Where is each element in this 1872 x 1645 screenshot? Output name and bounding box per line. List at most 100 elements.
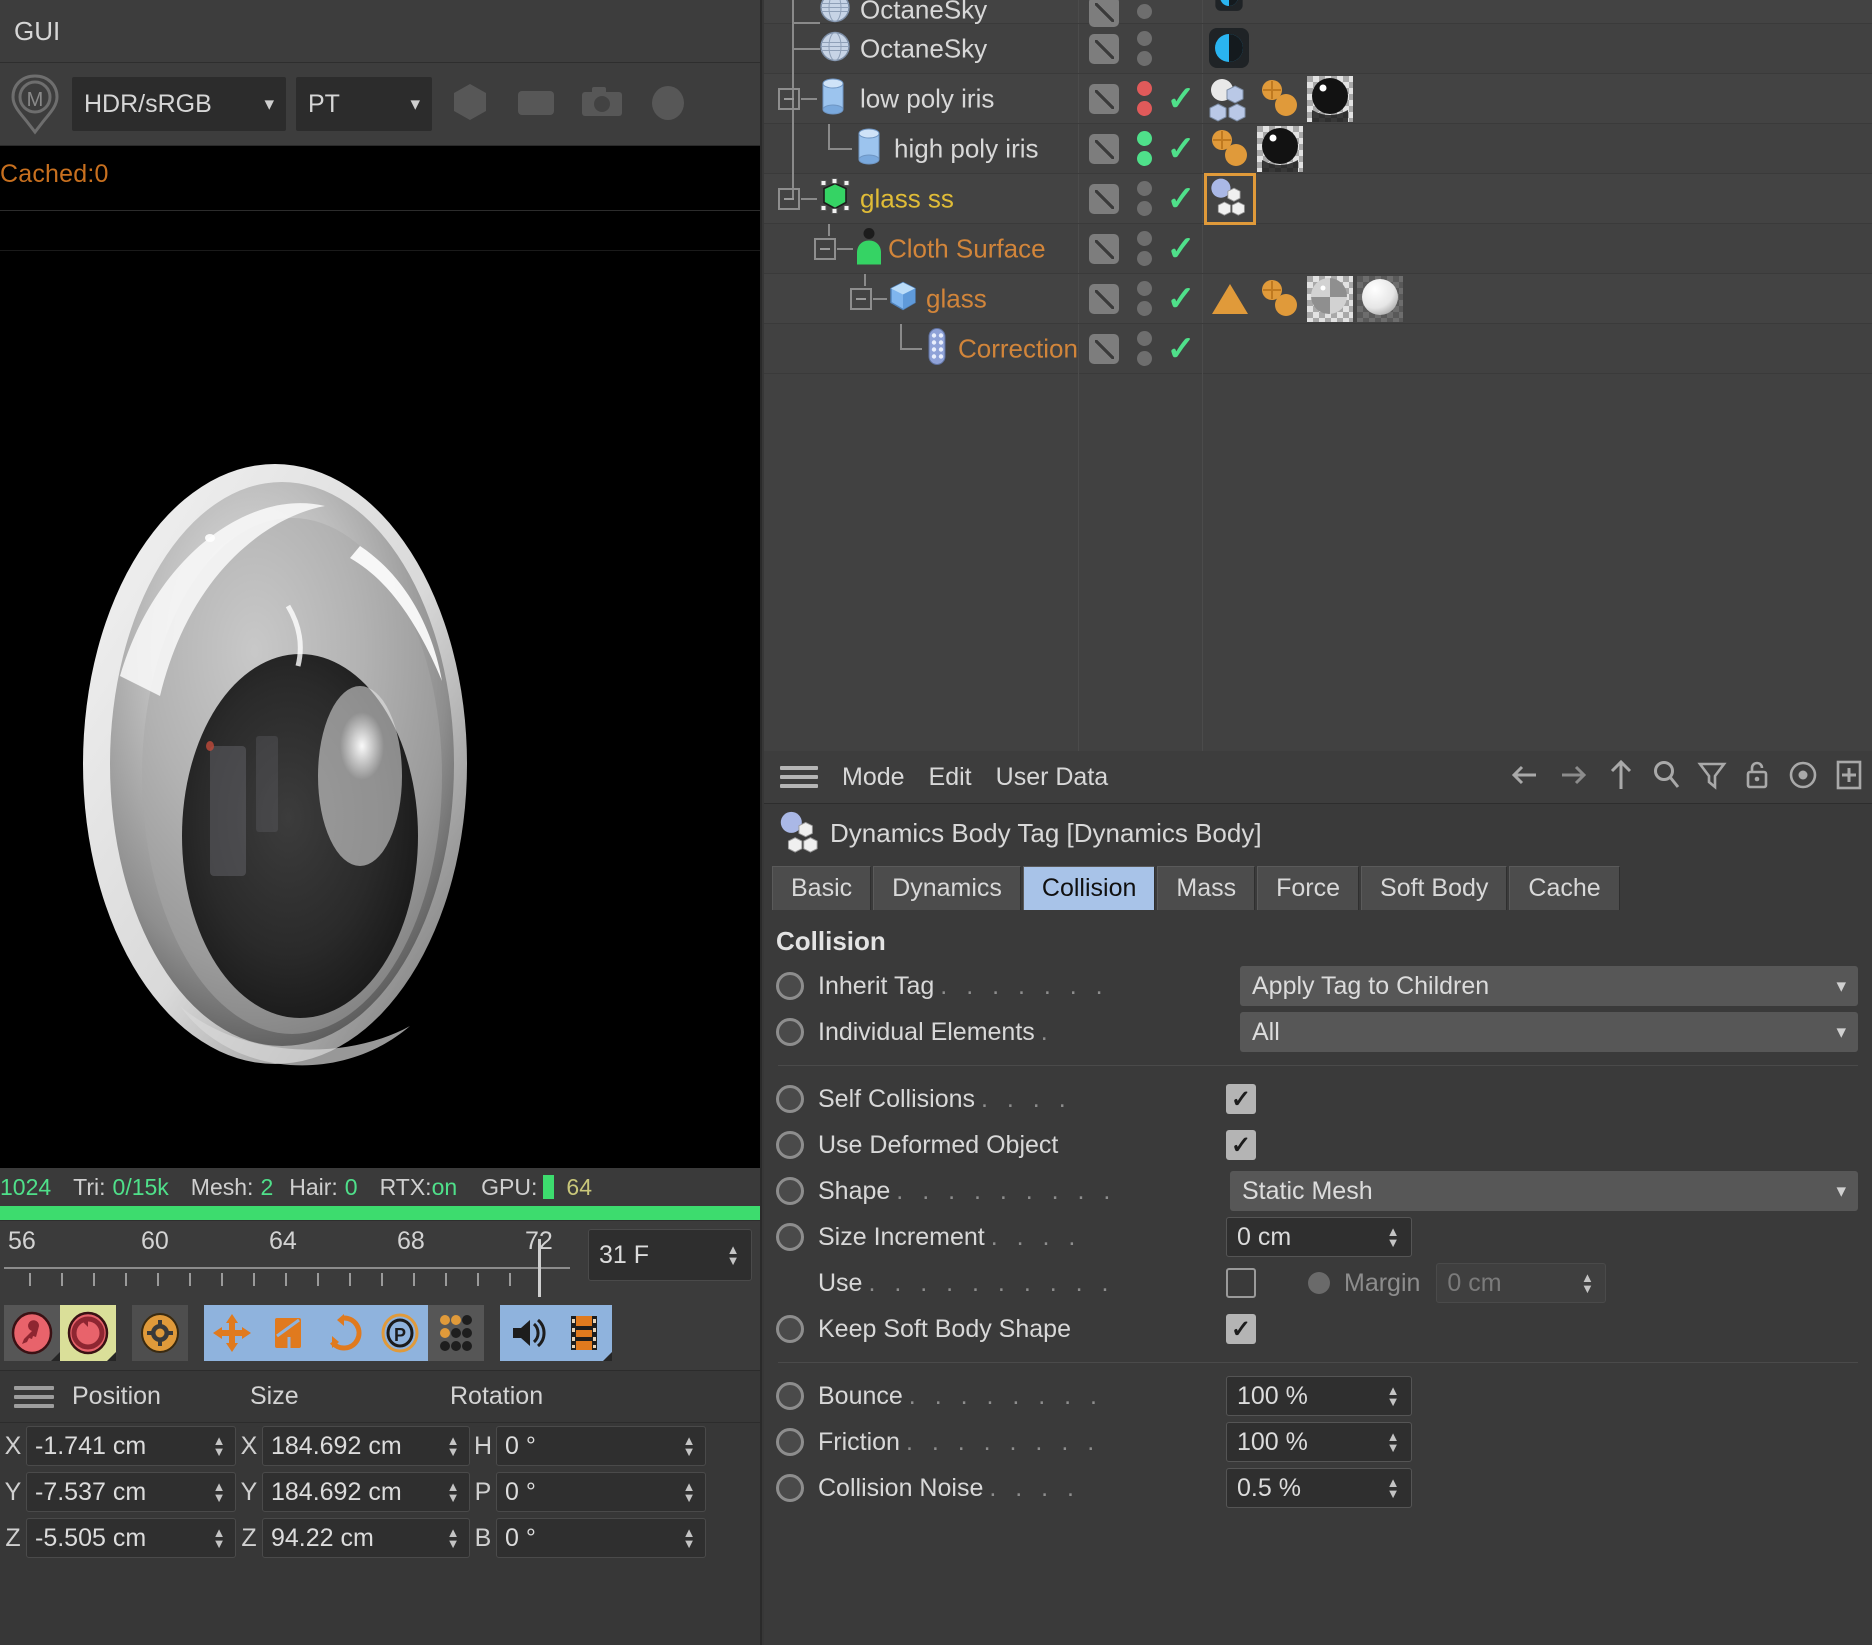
dynamics-body-tag-icon[interactable] bbox=[1207, 76, 1253, 122]
pencil-icon[interactable] bbox=[1089, 183, 1119, 214]
animation-track-ring-icon[interactable] bbox=[776, 1474, 804, 1502]
keep-soft-body-shape-checkbox[interactable]: ✓ bbox=[1226, 1314, 1256, 1344]
tag-cell[interactable] bbox=[1202, 124, 1872, 173]
expander-collapse-icon[interactable] bbox=[850, 288, 872, 310]
visibility-dots-cell[interactable] bbox=[1078, 24, 1129, 73]
object-row-octanesky[interactable]: OctaneSky bbox=[764, 24, 1872, 74]
stepper[interactable]: ▲ ▼ bbox=[1385, 1476, 1401, 1500]
size-z-input[interactable]: 94.22 cm ▲ ▼ bbox=[262, 1518, 470, 1558]
enable-toggle[interactable]: ✓ bbox=[1160, 74, 1202, 123]
tab-basic[interactable]: Basic bbox=[772, 866, 872, 910]
filmstrip-button[interactable] bbox=[556, 1305, 612, 1361]
current-frame-input[interactable]: 31 F ▲ ▼ bbox=[588, 1229, 752, 1281]
enable-toggle[interactable]: ✓ bbox=[1160, 174, 1202, 223]
hexagon-icon[interactable] bbox=[442, 74, 498, 135]
stepper[interactable]: ▲ ▼ bbox=[681, 1480, 697, 1504]
tag-cell[interactable] bbox=[1202, 274, 1872, 323]
pencil-icon[interactable] bbox=[1089, 133, 1119, 164]
animation-track-ring-icon[interactable] bbox=[776, 1085, 804, 1113]
keyframe-settings-button[interactable] bbox=[132, 1305, 188, 1361]
self-collisions-checkbox[interactable]: ✓ bbox=[1226, 1084, 1256, 1114]
object-row-low-poly-iris[interactable]: low poly iris ✓ bbox=[764, 74, 1872, 124]
menu-mode[interactable]: Mode bbox=[842, 763, 905, 792]
visibility-toggles[interactable] bbox=[1129, 74, 1160, 123]
forward-arrow-icon[interactable] bbox=[1558, 758, 1592, 797]
pencil-icon[interactable] bbox=[1089, 83, 1119, 114]
dynamics-body-tag-icon[interactable] bbox=[1204, 172, 1256, 225]
tab-collision[interactable]: Collision bbox=[1022, 866, 1156, 910]
autokey-button[interactable] bbox=[60, 1305, 116, 1361]
add-panel-icon[interactable] bbox=[1834, 758, 1864, 797]
menu-user-data[interactable]: User Data bbox=[996, 763, 1109, 792]
animation-track-ring-icon[interactable] bbox=[776, 1315, 804, 1343]
visibility-toggles[interactable] bbox=[1129, 124, 1160, 173]
position-y-input[interactable]: -7.537 cm ▲ ▼ bbox=[26, 1472, 236, 1512]
scale-key-button[interactable] bbox=[260, 1305, 316, 1361]
animation-track-ring-icon[interactable] bbox=[776, 1131, 804, 1159]
pencil-icon[interactable] bbox=[1089, 0, 1119, 27]
render-viewport[interactable]: Cached:0 bbox=[0, 146, 760, 1168]
inherit-tag-select[interactable]: Apply Tag to Children ▾ bbox=[1240, 966, 1858, 1006]
visibility-toggles[interactable] bbox=[1129, 174, 1160, 223]
stepper[interactable]: ▲ ▼ bbox=[211, 1434, 227, 1458]
visibility-dots-cell[interactable] bbox=[1078, 124, 1129, 173]
rotation-h-input[interactable]: 0 ° ▲ ▼ bbox=[496, 1426, 706, 1466]
frame-stepper[interactable]: ▲ ▼ bbox=[725, 1243, 741, 1267]
colorspace-dropdown[interactable]: HDR/sRGB ▾ bbox=[72, 77, 286, 131]
white-glossy-material-icon[interactable] bbox=[1357, 275, 1403, 322]
timeline[interactable]: 56 60 64 68 72 31 F ▲▼ bbox=[0, 1220, 760, 1297]
sound-button[interactable] bbox=[500, 1305, 556, 1361]
stepper[interactable]: ▲ ▼ bbox=[445, 1526, 461, 1550]
size-y-input[interactable]: 184.692 cm ▲ ▼ bbox=[262, 1472, 470, 1512]
stepper[interactable]: ▲ ▼ bbox=[681, 1526, 697, 1550]
enable-toggle[interactable] bbox=[1160, 24, 1202, 73]
expander-collapse-icon[interactable] bbox=[814, 238, 836, 260]
animation-track-ring-icon[interactable] bbox=[776, 1382, 804, 1410]
individual-elements-select[interactable]: All ▾ bbox=[1240, 1012, 1858, 1052]
use-margin-checkbox[interactable] bbox=[1226, 1268, 1256, 1298]
menu-hamburger-icon[interactable] bbox=[14, 1385, 54, 1408]
stepper[interactable]: ▲ ▼ bbox=[445, 1434, 461, 1458]
object-row-cloth-surface[interactable]: Cloth Surface ✓ bbox=[764, 224, 1872, 274]
attribute-tabs[interactable]: Basic Dynamics Collision Mass Force Soft… bbox=[764, 862, 1872, 910]
lock-icon[interactable] bbox=[1742, 758, 1772, 797]
expander-collapse-icon[interactable] bbox=[778, 88, 800, 110]
visibility-dots-cell[interactable] bbox=[1078, 74, 1129, 123]
parameter-key-button[interactable]: P bbox=[372, 1305, 428, 1361]
octane-environment-icon[interactable] bbox=[1207, 26, 1253, 72]
search-icon[interactable] bbox=[1650, 758, 1682, 797]
expander-collapse-icon[interactable] bbox=[778, 188, 800, 210]
pencil-icon[interactable] bbox=[1089, 283, 1119, 314]
object-manager[interactable]: OctaneSky OctaneSky low poly iris ✓ high… bbox=[764, 0, 1872, 751]
pencil-icon[interactable] bbox=[1089, 233, 1119, 264]
tab-force[interactable]: Force bbox=[1257, 866, 1360, 910]
tab-mass[interactable]: Mass bbox=[1157, 866, 1256, 910]
back-arrow-icon[interactable] bbox=[1506, 758, 1544, 797]
collision-noise-input[interactable]: 0.5 % ▲ ▼ bbox=[1226, 1468, 1412, 1508]
visibility-dots-cell[interactable] bbox=[1078, 224, 1129, 273]
stepper[interactable]: ▲ ▼ bbox=[211, 1526, 227, 1550]
enable-toggle[interactable] bbox=[1160, 0, 1202, 23]
visibility-toggles[interactable] bbox=[1129, 224, 1160, 273]
filter-icon[interactable] bbox=[1696, 758, 1728, 797]
menu-edit[interactable]: Edit bbox=[929, 763, 972, 792]
animation-track-ring-icon[interactable] bbox=[776, 1177, 804, 1205]
bounce-input[interactable]: 100 % ▲ ▼ bbox=[1226, 1376, 1412, 1416]
tab-cache[interactable]: Cache bbox=[1509, 866, 1620, 910]
stepper[interactable]: ▲ ▼ bbox=[1579, 1271, 1595, 1295]
octane-object-tag-icon[interactable] bbox=[1257, 76, 1303, 122]
object-row-high-poly-iris[interactable]: high poly iris ✓ bbox=[764, 124, 1872, 174]
octane-object-tag-icon[interactable] bbox=[1207, 126, 1253, 172]
tag-cell[interactable] bbox=[1202, 74, 1872, 123]
stepper[interactable]: ▲ ▼ bbox=[681, 1434, 697, 1458]
menu-hamburger-icon[interactable] bbox=[780, 766, 818, 788]
use-deformed-object-checkbox[interactable]: ✓ bbox=[1226, 1130, 1256, 1160]
animation-track-ring-icon[interactable] bbox=[776, 1018, 804, 1046]
object-row-glass-ss[interactable]: glass ss ✓ bbox=[764, 172, 1872, 225]
timeline-ruler[interactable]: 56 60 64 68 72 bbox=[0, 1221, 584, 1297]
rotation-b-input[interactable]: 0 ° ▲ ▼ bbox=[496, 1518, 706, 1558]
stepper[interactable]: ▲ ▼ bbox=[445, 1480, 461, 1504]
visibility-dots-cell[interactable] bbox=[1078, 174, 1129, 223]
pencil-icon[interactable] bbox=[1089, 33, 1119, 64]
position-key-button[interactable] bbox=[204, 1305, 260, 1361]
